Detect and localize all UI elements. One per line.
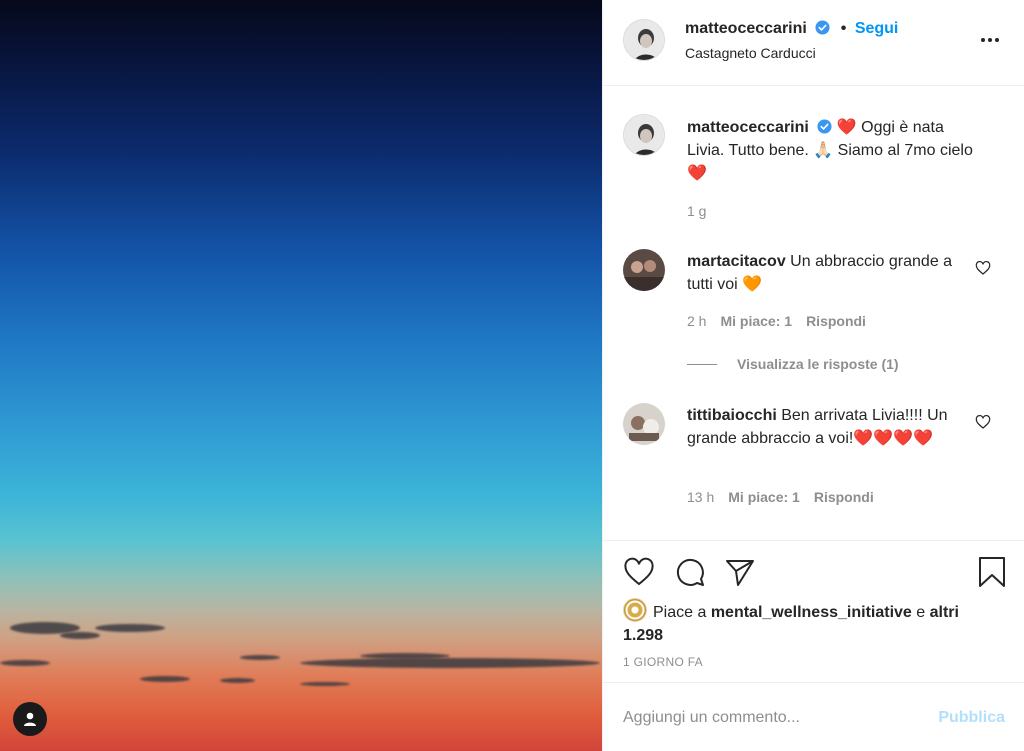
likes-conj: e [916, 604, 926, 621]
post-side-panel: matteoceccarini • Segui Castagneto Cardu… [602, 0, 1024, 751]
cloud-shape [240, 655, 280, 660]
caption-avatar[interactable] [623, 114, 665, 156]
header-title-row: matteoceccarini • Segui [685, 20, 898, 38]
divider-line [687, 363, 717, 365]
more-options-icon[interactable] [981, 32, 1005, 48]
cloud-shape [300, 682, 350, 686]
likes-summary: Piace a mental_wellness_initiative e alt… [623, 598, 1003, 647]
post-header: matteoceccarini • Segui Castagneto Cardu… [603, 0, 1024, 86]
post-actions: Piace a mental_wellness_initiative e alt… [603, 540, 1024, 682]
comment-username[interactable]: martacitacov [687, 253, 786, 270]
heart-icon[interactable] [622, 555, 656, 589]
comment-meta: 13 h Mi piace: 1 Rispondi [687, 489, 874, 505]
liker-avatar[interactable] [623, 598, 647, 622]
comment-like-heart-icon[interactable] [975, 414, 991, 430]
post-date[interactable]: 1 GIORNO FA [623, 655, 703, 669]
view-replies-button[interactable]: Visualizza le risposte (1) [687, 356, 899, 372]
bookmark-icon[interactable] [975, 555, 1009, 589]
user-silhouette-icon [24, 712, 36, 726]
cloud-shape [60, 632, 100, 639]
liker-username[interactable]: mental_wellness_initiative [711, 604, 912, 621]
add-comment-bar: Pubblica [603, 682, 1024, 751]
comment-bubble-icon[interactable] [673, 555, 707, 589]
comment-likes[interactable]: Mi piace: 1 [728, 489, 800, 505]
reply-button[interactable]: Rispondi [806, 313, 866, 329]
caption: matteoceccarini ❤️ Oggi è nata Livia. Tu… [687, 116, 977, 185]
cloud-shape [95, 624, 165, 632]
comment-username[interactable]: tittibaiocchi [687, 407, 777, 424]
reply-button[interactable]: Rispondi [814, 489, 874, 505]
separator-dot: • [840, 20, 847, 37]
post-location[interactable]: Castagneto Carducci [685, 45, 816, 61]
caption-time[interactable]: 1 g [687, 203, 706, 219]
cloud-shape [360, 653, 450, 659]
comment-like-heart-icon[interactable] [975, 260, 991, 276]
publish-button[interactable]: Pubblica [938, 709, 1005, 727]
caption-meta: 1 g [687, 203, 706, 219]
cloud-shape [140, 676, 190, 682]
comment-time[interactable]: 13 h [687, 489, 714, 505]
author-avatar[interactable] [623, 19, 665, 61]
cloud-shape [0, 660, 50, 666]
comment-likes[interactable]: Mi piace: 1 [720, 313, 792, 329]
comment-meta: 2 h Mi piace: 1 Rispondi [687, 313, 866, 329]
tagged-users-button[interactable] [13, 702, 47, 736]
comments-list[interactable]: matteoceccarini ❤️ Oggi è nata Livia. Tu… [603, 87, 1024, 540]
likes-prefix: Piace a [653, 604, 707, 621]
comment-avatar[interactable] [623, 403, 665, 445]
view-replies-label: Visualizza le risposte (1) [737, 356, 899, 372]
comment: martacitacov Un abbraccio grande a tutti… [687, 250, 977, 296]
follow-button[interactable]: Segui [855, 20, 899, 37]
comment: tittibaiocchi Ben arrivata Livia!!!! Un … [687, 404, 977, 450]
author-username[interactable]: matteoceccarini [685, 20, 807, 37]
caption-username[interactable]: matteoceccarini [687, 119, 809, 136]
verified-badge-icon [817, 119, 832, 134]
cloud-shape [300, 658, 600, 668]
comment-time[interactable]: 2 h [687, 313, 706, 329]
post-image[interactable] [0, 0, 602, 751]
comment-input[interactable] [623, 705, 923, 731]
verified-badge-icon [815, 20, 830, 35]
cloud-shape [220, 678, 255, 683]
paper-plane-icon[interactable] [723, 555, 757, 589]
comment-avatar[interactable] [623, 249, 665, 291]
